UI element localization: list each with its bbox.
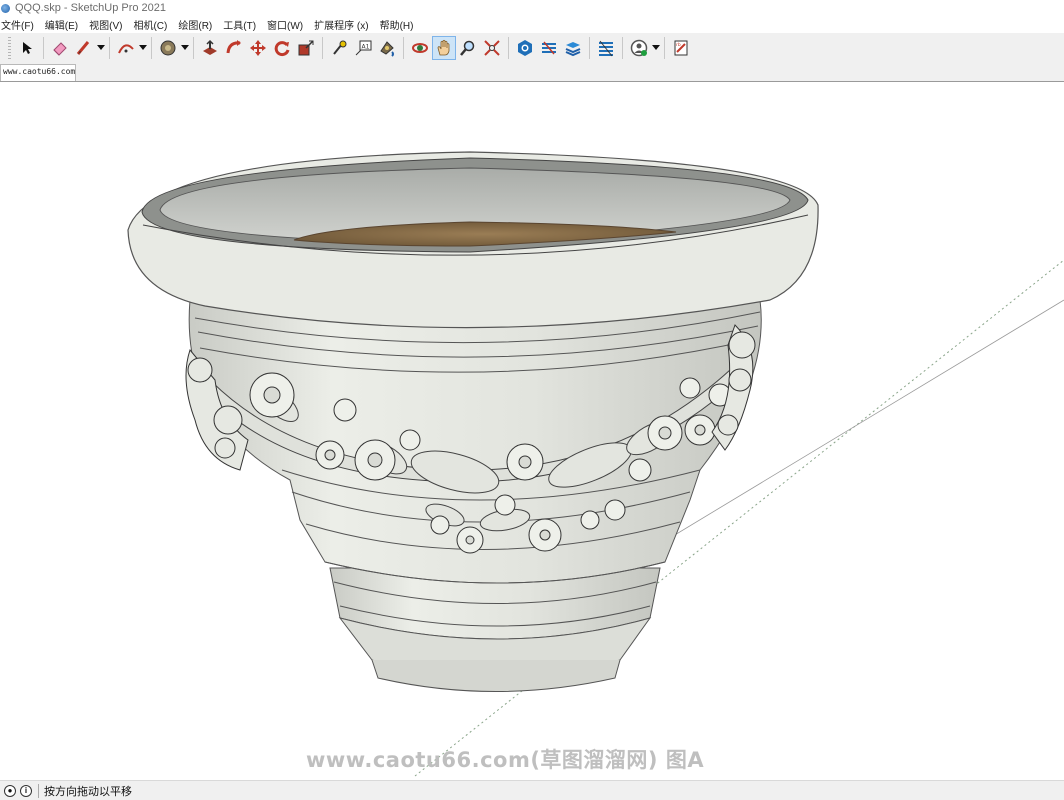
orbit-icon[interactable] <box>408 36 432 60</box>
scale-icon[interactable] <box>294 36 318 60</box>
menu-draw[interactable]: 绘图(R) <box>177 17 217 32</box>
menu-view[interactable]: 视图(V) <box>88 17 127 32</box>
menu-extensions[interactable]: 扩展程序 (x) <box>313 17 373 32</box>
eraser-icon[interactable] <box>48 36 72 60</box>
status-text: 按方向拖动以平移 <box>44 785 132 798</box>
status-bar: ● i 按方向拖动以平移 <box>0 780 1064 800</box>
arc-tool-icon[interactable] <box>114 36 138 60</box>
menu-file[interactable]: 文件(F) <box>0 17 39 32</box>
send-to-layout-icon[interactable]: rb <box>669 36 693 60</box>
window-title: QQQ.skp - SketchUp Pro 2021 <box>15 2 167 14</box>
zoom-icon[interactable] <box>456 36 480 60</box>
title-bar: QQQ.skp - SketchUp Pro 2021 <box>0 0 1064 16</box>
arc-dropdown-icon[interactable] <box>138 36 147 60</box>
select-icon[interactable] <box>15 36 39 60</box>
shape-dropdown-icon[interactable] <box>180 36 189 60</box>
toolbar-grip[interactable] <box>8 37 11 59</box>
menu-bar: 文件(F) 编辑(E) 视图(V) 相机(C) 绘图(R) 工具(T) 窗口(W… <box>0 16 1064 33</box>
layout-icon[interactable] <box>561 36 585 60</box>
scene-tab[interactable]: www.caotu66.com <box>0 64 76 81</box>
line-dropdown-icon[interactable] <box>96 36 105 60</box>
scene-tab-strip: www.caotu66.com <box>0 63 1064 82</box>
move-icon[interactable] <box>246 36 270 60</box>
follow-me-icon[interactable] <box>222 36 246 60</box>
svg-text:A1: A1 <box>362 44 370 51</box>
flower-pot-model <box>127 151 1064 777</box>
menu-window[interactable]: 窗口(W) <box>266 17 308 32</box>
line-tool-icon[interactable] <box>72 36 96 60</box>
rotate-icon[interactable] <box>270 36 294 60</box>
info-icon[interactable]: i <box>20 784 32 797</box>
account-dropdown-icon[interactable] <box>651 36 660 60</box>
watermark-text: www.caotu66.com(草图溜溜网) 图A <box>306 748 705 772</box>
push-pull-icon[interactable] <box>198 36 222 60</box>
svg-text:rb: rb <box>676 42 681 48</box>
tape-measure-icon[interactable] <box>327 36 351 60</box>
paint-icon[interactable] <box>375 36 399 60</box>
extension-warehouse-icon[interactable] <box>537 36 561 60</box>
geo-location-icon[interactable]: ● <box>4 784 16 797</box>
menu-help[interactable]: 帮助(H) <box>379 17 419 32</box>
sketchup-logo-icon <box>1 3 10 13</box>
text-tool-icon[interactable]: A1 <box>351 36 375 60</box>
account-icon[interactable] <box>627 36 651 60</box>
modeling-viewport[interactable] <box>0 82 1064 780</box>
warehouse-icon[interactable] <box>513 36 537 60</box>
main-toolbar: A1 rb <box>0 33 1064 63</box>
paint-bucket-icon[interactable] <box>156 36 180 60</box>
pan-icon[interactable] <box>432 36 456 60</box>
extension-manager-icon[interactable] <box>594 36 618 60</box>
menu-camera[interactable]: 相机(C) <box>132 17 172 32</box>
menu-edit[interactable]: 编辑(E) <box>44 17 83 32</box>
zoom-extents-icon[interactable] <box>480 36 504 60</box>
menu-tools[interactable]: 工具(T) <box>222 17 261 32</box>
